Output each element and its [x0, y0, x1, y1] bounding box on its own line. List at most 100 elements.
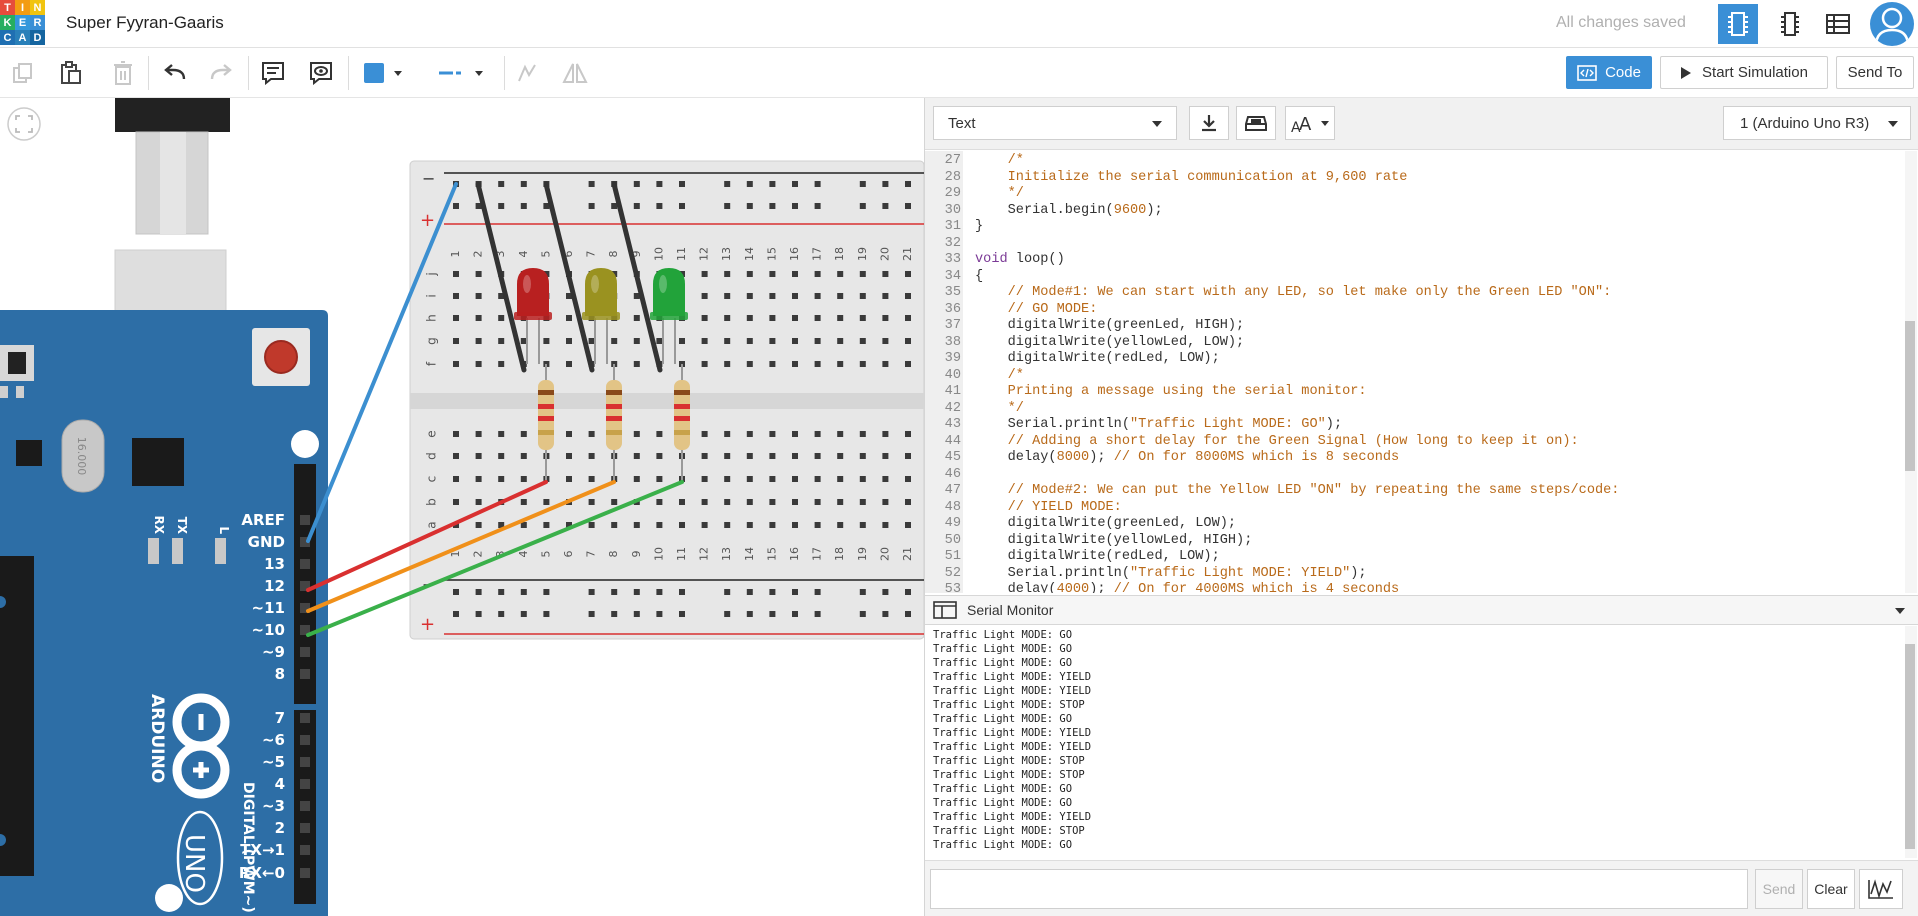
breadboard-hole[interactable] — [475, 338, 482, 344]
breadboard-hole[interactable] — [905, 611, 911, 617]
start-simulation-button[interactable]: Start Simulation — [1660, 56, 1828, 89]
breadboard-hole[interactable] — [656, 453, 663, 459]
fill-color-picker[interactable] — [358, 58, 408, 88]
breadboard-hole[interactable] — [633, 476, 640, 482]
breadboard-hole[interactable] — [656, 181, 663, 187]
breadboard-hole[interactable] — [769, 361, 776, 367]
breadboard-hole[interactable] — [905, 431, 911, 437]
breadboard-hole[interactable] — [724, 499, 731, 505]
breadboard-hole[interactable] — [453, 293, 459, 299]
breadboard-hole[interactable] — [837, 361, 844, 367]
breadboard-hole[interactable] — [814, 431, 821, 437]
breadboard-hole[interactable] — [746, 522, 753, 528]
breadboard-hole[interactable] — [905, 315, 911, 321]
breadboard-hole[interactable] — [746, 476, 753, 482]
arduino-board[interactable]: 16.000 RX TX L ARDUINO UNO DIGITAL (PWM~… — [0, 310, 328, 916]
breadboard-hole[interactable] — [588, 203, 595, 209]
breadboard-hole[interactable] — [905, 476, 911, 482]
breadboard-hole[interactable] — [543, 522, 550, 528]
breadboard-hole[interactable] — [882, 589, 889, 595]
breadboard-hole[interactable] — [498, 203, 505, 209]
serial-input[interactable] — [930, 869, 1748, 909]
breadboard-hole[interactable] — [588, 476, 595, 482]
breadboard-hole[interactable] — [882, 453, 889, 459]
breadboard-hole[interactable] — [882, 338, 889, 344]
breadboard-hole[interactable] — [701, 476, 708, 482]
breadboard-hole[interactable] — [475, 315, 482, 321]
breadboard-hole[interactable] — [679, 499, 685, 505]
breadboard-hole[interactable] — [814, 453, 821, 459]
pin-header-hole[interactable] — [300, 823, 310, 833]
breadboard-hole[interactable] — [498, 315, 505, 321]
breadboard-hole[interactable] — [656, 499, 663, 505]
breadboard-hole[interactable] — [792, 203, 798, 209]
breadboard-hole[interactable] — [724, 338, 731, 344]
breadboard-hole[interactable] — [475, 271, 482, 277]
breadboard-hole[interactable] — [837, 315, 844, 321]
breadboard-hole[interactable] — [859, 315, 866, 321]
breadboard-hole[interactable] — [746, 271, 753, 277]
breadboard-hole[interactable] — [566, 315, 572, 321]
breadboard-hole[interactable] — [792, 453, 798, 459]
breadboard-hole[interactable] — [520, 453, 527, 459]
breadboard-hole[interactable] — [475, 476, 482, 482]
breadboard-hole[interactable] — [656, 338, 663, 344]
rotate-button[interactable] — [512, 58, 542, 88]
breadboard-hole[interactable] — [859, 181, 866, 187]
breadboard-hole[interactable] — [792, 611, 798, 617]
font-size-button[interactable]: AA — [1285, 106, 1335, 140]
breadboard-hole[interactable] — [498, 453, 505, 459]
breadboard-hole[interactable] — [792, 589, 798, 595]
breadboard-hole[interactable] — [882, 293, 889, 299]
breadboard-hole[interactable] — [859, 203, 866, 209]
breadboard-hole[interactable] — [588, 589, 595, 595]
undo-button[interactable] — [160, 58, 190, 88]
breadboard-hole[interactable] — [656, 431, 663, 437]
breadboard-hole[interactable] — [453, 203, 459, 209]
code-scrollbar[interactable] — [1905, 151, 1917, 593]
paste-button[interactable] — [56, 58, 86, 88]
breadboard-hole[interactable] — [520, 181, 527, 187]
breadboard-hole[interactable] — [905, 293, 911, 299]
breadboard-hole[interactable] — [724, 203, 731, 209]
breadboard-hole[interactable] — [724, 431, 731, 437]
breadboard-hole[interactable] — [588, 181, 595, 187]
breadboard-hole[interactable] — [814, 611, 821, 617]
breadboard-hole[interactable] — [837, 499, 844, 505]
breadboard-hole[interactable] — [611, 522, 618, 528]
breadboard-hole[interactable] — [656, 589, 663, 595]
breadboard-hole[interactable] — [633, 522, 640, 528]
breadboard-hole[interactable] — [905, 203, 911, 209]
breadboard-hole[interactable] — [837, 293, 844, 299]
breadboard-hole[interactable] — [453, 499, 459, 505]
breadboard-hole[interactable] — [882, 361, 889, 367]
breadboard-hole[interactable] — [543, 589, 550, 595]
breadboard-hole[interactable] — [746, 589, 753, 595]
breadboard-hole[interactable] — [475, 499, 482, 505]
breadboard-hole[interactable] — [498, 181, 505, 187]
breadboard-hole[interactable] — [566, 361, 572, 367]
circuit-canvas[interactable]: 16.000 RX TX L ARDUINO UNO DIGITAL (PWM~… — [0, 98, 924, 916]
breadboard-hole[interactable] — [588, 499, 595, 505]
code-mode-select[interactable]: Text — [933, 106, 1177, 140]
breadboard-hole[interactable] — [475, 431, 482, 437]
breadboard-hole[interactable] — [679, 611, 685, 617]
breadboard-hole[interactable] — [769, 431, 776, 437]
breadboard-hole[interactable] — [792, 361, 798, 367]
breadboard-hole[interactable] — [475, 522, 482, 528]
breadboard-hole[interactable] — [882, 181, 889, 187]
pin-header-hole[interactable] — [300, 868, 310, 878]
breadboard-hole[interactable] — [498, 361, 505, 367]
circuit-view-button[interactable] — [1718, 4, 1758, 44]
serial-scrollbar-thumb[interactable] — [1905, 644, 1915, 849]
breadboard-hole[interactable] — [633, 431, 640, 437]
schematic-view-button[interactable] — [1770, 4, 1810, 44]
breadboard-hole[interactable] — [814, 522, 821, 528]
breadboard-hole[interactable] — [633, 453, 640, 459]
breadboard-hole[interactable] — [746, 611, 753, 617]
breadboard-hole[interactable] — [837, 453, 844, 459]
breadboard-hole[interactable] — [633, 611, 640, 617]
breadboard-hole[interactable] — [814, 499, 821, 505]
breadboard-hole[interactable] — [905, 522, 911, 528]
breadboard-hole[interactable] — [905, 589, 911, 595]
